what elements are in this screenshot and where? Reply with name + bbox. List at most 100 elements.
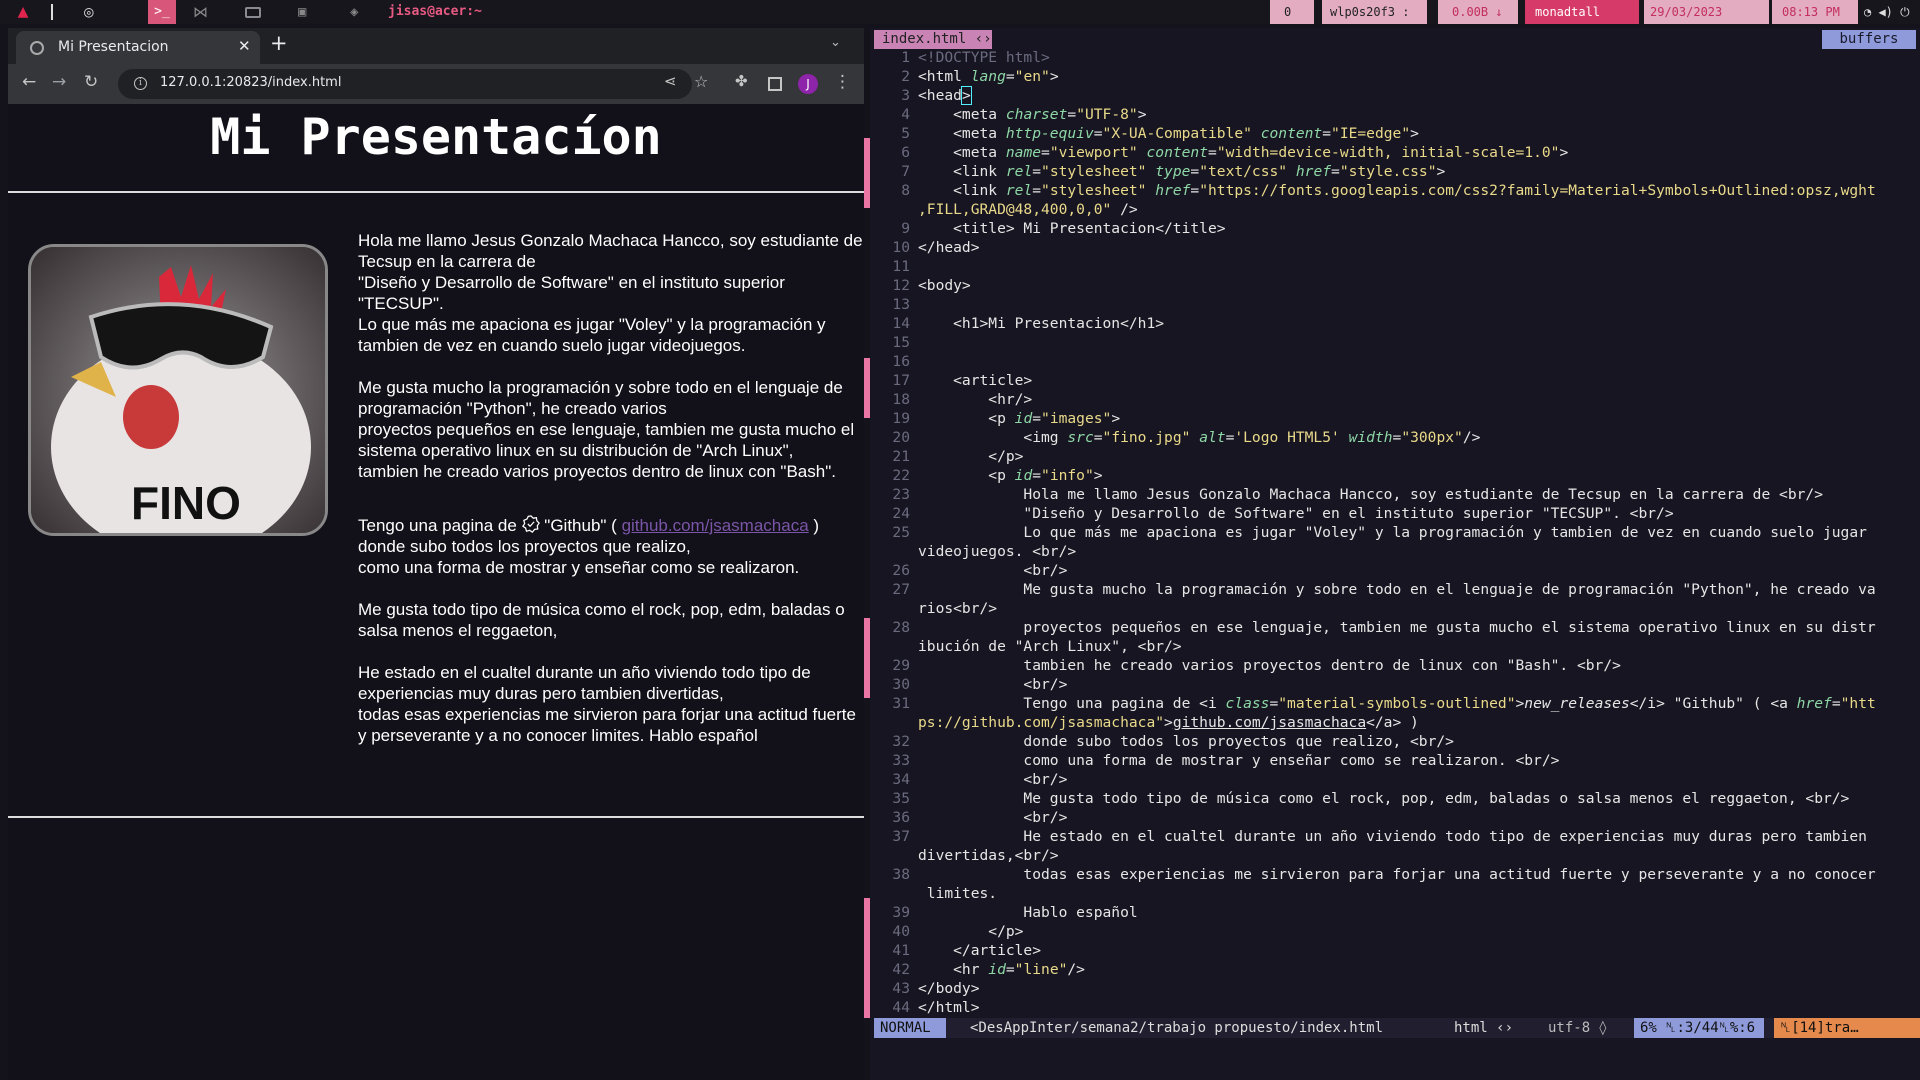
info-line: proyectos pequeños en ese lenguaje, tamb… — [358, 420, 855, 460]
trailing-info: ␤[14]tra… — [1774, 1018, 1920, 1038]
arch-logo-icon[interactable]: ▲ — [10, 0, 36, 24]
code-line: 8 <link rel="stylesheet" href="https://f… — [901, 182, 1876, 199]
share-icon[interactable]: ⋖ — [664, 72, 677, 90]
wattle — [123, 385, 179, 449]
code-line: 12 <body> — [892, 277, 971, 294]
code-line: 35 Me gusta todo tipo de música como el … — [892, 790, 1850, 807]
code-line: 19 <p id="images"> — [892, 410, 1121, 427]
info-line: tambien he creado varios proyectos dentr… — [358, 462, 836, 481]
code-line: 17 <article> — [892, 372, 1033, 389]
info-line: Tengo una pagina de — [358, 516, 517, 535]
browser-toolbar: ← → ↻ i 127.0.0.1:20823/index.html ⋖ ☆ ✤… — [8, 64, 864, 104]
code-line: 4 <meta charset="UTF-8"> — [901, 106, 1147, 123]
folder-workspace-icon[interactable] — [245, 7, 261, 18]
vim-mode: NORMAL — [874, 1018, 946, 1038]
back-arrow-icon[interactable]: ← — [22, 72, 36, 92]
new-tab-button[interactable]: + — [270, 31, 288, 55]
close-icon[interactable]: ✕ — [238, 37, 251, 55]
github-line: Tengo una pagina de "Github" ( github.co… — [358, 515, 863, 536]
code-line: ibución de "Arch Linux", <br/> — [918, 638, 1182, 655]
file-path: <DesAppInter/semana2/trabajo propuesto/i… — [970, 1020, 1384, 1036]
file-type: html ‹› — [1454, 1020, 1514, 1036]
neovim-editor[interactable]: index.html ‹› buffers 1 <!DOCTYPE html> 2… — [864, 28, 1920, 1080]
editor-tab[interactable]: index.html ‹› — [874, 30, 992, 49]
code-line: 32 donde subo todos los proyectos que re… — [892, 733, 1454, 750]
tab-mi-presentacion[interactable]: Mi Presentacion ✕ — [16, 31, 260, 64]
chevron-down-icon[interactable]: ⌄ — [830, 35, 841, 50]
info-paragraph: Hola me llamo Jesus Gonzalo Machaca Hanc… — [358, 230, 863, 746]
info-icon[interactable]: i — [134, 77, 147, 90]
code-line: 22 <p id="info"> — [892, 467, 1103, 484]
code-line: 29 tambien he creado varios proyectos de… — [892, 657, 1621, 674]
code-view[interactable]: 1 <!DOCTYPE html> 2 <html lang="en"> 3 <hea… — [870, 48, 1920, 1017]
code-line: 20 <img src="fino.jpg" alt='Logo HTML5' … — [892, 429, 1481, 446]
code-line: limites. — [918, 885, 998, 902]
url-text[interactable]: 127.0.0.1:20823/index.html — [160, 75, 341, 90]
info-line: "Diseño y Desarrollo de Software" en el … — [358, 273, 785, 313]
code-line: 31 Tengo una pagina de <i class="materia… — [892, 695, 1876, 712]
status-line: NORMAL <DesAppInter/semana2/trabajo prop… — [874, 1018, 1920, 1038]
code-workspace-icon[interactable]: ⋈ — [193, 0, 208, 24]
code-line: 33 como una forma de mostrar y enseñar c… — [892, 752, 1560, 769]
forward-arrow-icon[interactable]: → — [52, 72, 66, 92]
page-content: Mi Presentacíon FINO Hola me llamo Jesus… — [8, 104, 864, 1080]
star-icon[interactable]: ☆ — [694, 72, 708, 91]
avatar[interactable]: J — [798, 74, 818, 94]
divider-line — [8, 816, 864, 818]
rooster-image: FINO — [31, 247, 325, 533]
extensions-icon[interactable]: ✤ — [735, 72, 748, 90]
file-encoding: utf-8 ◊ — [1548, 1020, 1608, 1036]
code-line: 7 <link rel="stylesheet" type="text/css"… — [901, 163, 1446, 180]
address-bar[interactable]: i 127.0.0.1:20823/index.html — [118, 69, 692, 99]
profile-photo: FINO — [28, 244, 328, 536]
system-tray-icons[interactable]: ◔ ◀) ⏻ — [1864, 0, 1920, 24]
code-line: 13 — [892, 296, 910, 313]
code-line: 38 todas esas experiencias me sirvieron … — [892, 866, 1876, 883]
info-line: donde subo todos los proyectos que reali… — [358, 537, 691, 556]
date: 29/03/2023 — [1644, 0, 1769, 24]
code-line: 44 </html> — [892, 999, 980, 1016]
info-line: ) — [813, 516, 820, 535]
code-line: 34 <br/> — [892, 771, 1068, 788]
code-line: 16 — [892, 353, 910, 370]
top-bar: ▲ ◎ >_ ⋈ ▣ ◈ jisas@acer:~ 0 wlp0s20f3 : … — [0, 0, 1920, 24]
globe-icon — [30, 41, 44, 55]
page-title: Mi Presentacíon — [210, 108, 662, 166]
code-line: 6 <meta name="viewport" content="width=d… — [901, 144, 1569, 161]
terminal-workspace-icon[interactable]: >_ — [148, 0, 176, 24]
github-link[interactable]: github.com/jsasmachaca — [622, 516, 809, 535]
code-line: 30 <br/> — [892, 676, 1068, 693]
tab-title: Mi Presentacion — [58, 39, 169, 55]
code-line: 3 <head> — [901, 86, 972, 105]
code-line: 23 Hola me llamo Jesus Gonzalo Machaca H… — [892, 486, 1823, 503]
code-line: 5 <meta http-equiv="X-UA-Compatible" con… — [901, 125, 1419, 142]
info-line: "Github" ( — [544, 516, 617, 535]
info-line: Lo que más me apaciona es jugar "Voley" … — [358, 315, 826, 355]
wifi-status: wlp0s20f3 : — [1322, 0, 1427, 24]
info-line: como una forma de mostrar y enseñar como… — [358, 558, 800, 577]
code-line: 42 <hr id="line"/> — [892, 961, 1085, 978]
code-line: ps://github.com/jsasmachaca">github.com/… — [918, 714, 1419, 731]
info-line: Me gusta mucho la programación y sobre t… — [358, 378, 843, 418]
code-line: divertidas,<br/> — [918, 847, 1059, 864]
code-line: 11 — [892, 258, 910, 275]
photo-caption: FINO — [131, 477, 241, 529]
code-line: 14 <h1>Mi Presentacion</h1> — [892, 315, 1165, 332]
tab-strip: Mi Presentacion ✕ + ⌄ — [8, 28, 864, 64]
code-line: 10 </head> — [892, 239, 980, 256]
info-line: Me gusta todo tipo de música como el roc… — [358, 600, 845, 640]
reload-icon[interactable]: ↻ — [84, 72, 98, 92]
buffers-label: buffers — [1822, 30, 1916, 49]
menu-kebab-icon[interactable]: ⋮ — [834, 72, 851, 92]
new-releases-icon — [521, 515, 540, 533]
code-line: 39 Hablo español — [892, 904, 1138, 921]
code-line: 27 Me gusta mucho la programación y sobr… — [892, 581, 1876, 598]
layers-workspace-icon[interactable]: ◈ — [350, 0, 358, 24]
browser-window: Mi Presentacion ✕ + ⌄ ← → ↻ i 127.0.0.1:… — [8, 28, 864, 1080]
code-line: 18 <hr/> — [892, 391, 1033, 408]
window-title: jisas@acer:~ — [388, 4, 482, 19]
image-workspace-icon[interactable]: ▣ — [298, 0, 306, 24]
code-line: 21 </p> — [892, 448, 1024, 465]
side-panel-icon[interactable] — [768, 77, 782, 91]
browser-workspace-icon[interactable]: ◎ — [84, 0, 94, 24]
